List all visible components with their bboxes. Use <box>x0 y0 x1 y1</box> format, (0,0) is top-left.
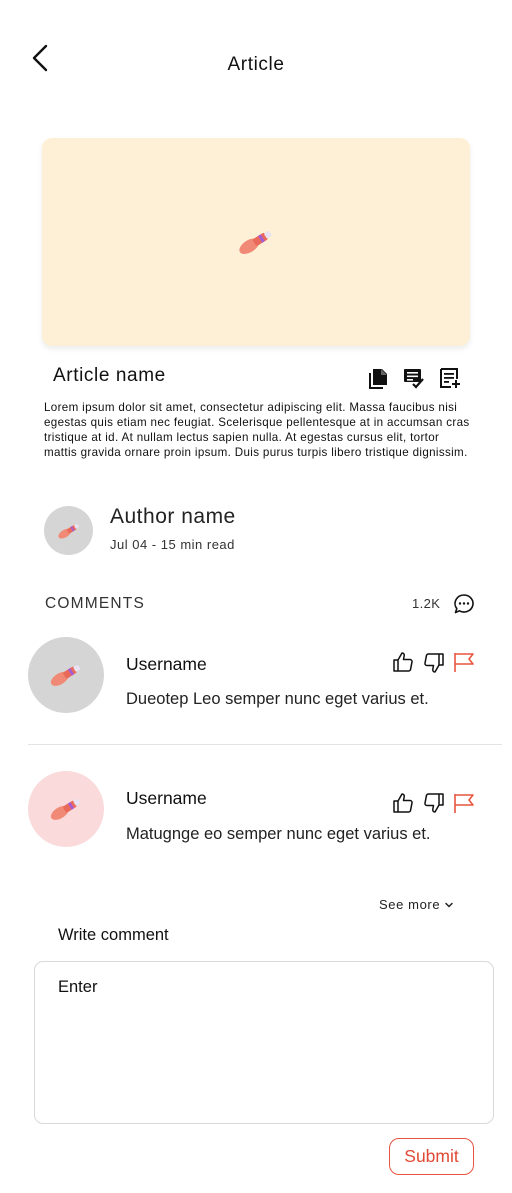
comments-heading: COMMENTS <box>45 595 146 612</box>
page-title: Article <box>227 54 285 75</box>
comment-divider <box>28 744 502 745</box>
thumbs-up-icon[interactable] <box>391 650 415 674</box>
thumbs-down-icon[interactable] <box>422 791 446 815</box>
author-name[interactable]: Author name <box>110 505 236 529</box>
comment-avatar <box>28 771 104 847</box>
checked-document-icon[interactable] <box>402 366 426 390</box>
comment-username[interactable]: Username <box>126 788 207 809</box>
flag-icon[interactable] <box>452 650 476 674</box>
comment-username[interactable]: Username <box>126 654 207 675</box>
comment-text: Matugnge eo semper nunc eget varius et. <box>126 825 431 843</box>
submit-button[interactable]: Submit <box>389 1138 474 1175</box>
chevron-down-icon <box>445 902 453 908</box>
copy-icon[interactable] <box>366 366 390 390</box>
see-more-label: See more <box>379 897 441 912</box>
brush-illustration <box>57 523 79 539</box>
add-note-icon[interactable] <box>438 366 462 390</box>
flag-icon[interactable] <box>452 791 476 815</box>
write-comment-label: Write comment <box>58 926 169 944</box>
comment-input[interactable] <box>34 961 494 1124</box>
author-meta: Jul 04 - 15 min read <box>110 537 235 552</box>
article-body: Lorem ipsum dolor sit amet, consectetur … <box>44 401 470 459</box>
article-hero-image <box>42 138 470 346</box>
thumbs-down-icon[interactable] <box>422 651 446 675</box>
brush-illustration <box>239 231 272 254</box>
brush-illustration <box>50 799 81 820</box>
thumbs-up-icon[interactable] <box>391 791 415 815</box>
see-more-link[interactable]: See more <box>379 897 455 912</box>
comment-avatar <box>28 637 104 713</box>
comments-count: 1.2K <box>412 596 441 611</box>
comment-text: Dueotep Leo semper nunc eget varius et. <box>126 690 429 708</box>
author-avatar <box>44 506 93 555</box>
article-title: Article name <box>53 365 166 386</box>
brush-illustration <box>50 665 81 686</box>
comment-bubble-icon[interactable] <box>453 593 475 615</box>
